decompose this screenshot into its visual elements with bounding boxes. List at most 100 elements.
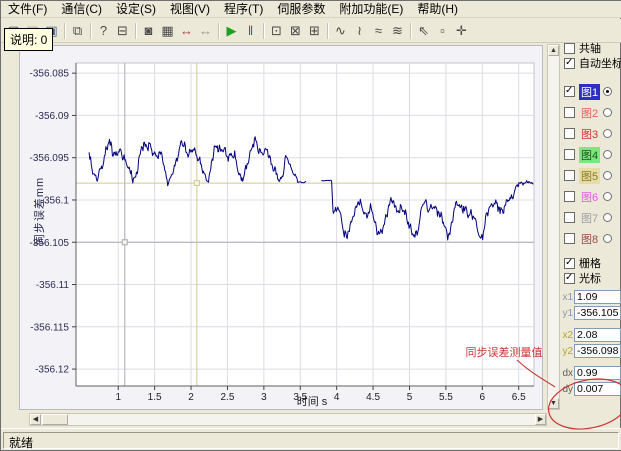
film-icon[interactable]: ▦ (158, 21, 177, 40)
separator[interactable] (132, 22, 139, 40)
scroll-left-icon[interactable]: ◀ (30, 414, 41, 425)
cursor-field-label: y2 (561, 346, 573, 357)
menu-settings[interactable]: 设定(S) (109, 1, 163, 18)
option-label: 自动坐标 (579, 55, 621, 71)
pause-icon[interactable]: ‖ (241, 21, 260, 40)
menu-program[interactable]: 程序(T) (217, 1, 270, 18)
channel-radio[interactable] (603, 150, 612, 159)
menu-bar: 文件(F) 通信(C) 设定(S) 视图(V) 程序(T) 伺服参数 附加功能(… (1, 1, 621, 18)
control-panel: 共轴 自动坐标 图1 图2 图3 (561, 41, 621, 428)
menu-servo-params[interactable]: 伺服参数 (270, 1, 332, 18)
channel-radio[interactable] (603, 213, 612, 222)
channel-2[interactable] (564, 107, 575, 118)
separator[interactable] (324, 22, 331, 40)
separator[interactable] (61, 22, 68, 40)
channel-label[interactable]: 图3 (579, 126, 600, 142)
auto-coord-checkbox[interactable] (564, 58, 575, 69)
separator[interactable] (215, 22, 222, 40)
channel-3[interactable] (564, 128, 575, 139)
pointer-icon[interactable]: ⇖ (414, 21, 433, 40)
option-row: 光标 (561, 271, 621, 285)
menu-extras[interactable]: 附加功能(E) (332, 1, 410, 18)
cursor-field-row: x2 2.08 (561, 327, 621, 343)
chart-area[interactable] (19, 45, 543, 410)
scroll-right-icon[interactable]: ▶ (535, 414, 546, 425)
channel-label[interactable]: 图6 (579, 189, 600, 205)
menu-comm[interactable]: 通信(C) (54, 1, 109, 18)
zoom-y-icon[interactable]: ⊞ (305, 21, 324, 40)
channel-radio[interactable] (603, 192, 612, 201)
channel-label[interactable]: 图2 (579, 105, 600, 121)
play-icon[interactable]: ▶ (222, 21, 241, 40)
y1-field[interactable]: -356.105 (574, 306, 621, 320)
x2-field[interactable]: 2.08 (574, 328, 621, 342)
channel-row: 图8 (561, 228, 621, 249)
status-text: 就绪 (3, 432, 619, 449)
separator[interactable] (260, 22, 267, 40)
x1-field[interactable]: 1.09 (574, 290, 621, 304)
cursor-readouts: x1 1.09 y1 -356.105 x2 2.08 y2 -356.098 … (561, 289, 621, 397)
cursor-field-label: dy (561, 384, 573, 395)
wave-4-icon[interactable]: ≋ (388, 21, 407, 40)
channel-radio[interactable] (603, 108, 612, 117)
select-rect-icon[interactable]: ▫ (433, 21, 452, 40)
option-label: 共轴 (579, 40, 601, 56)
record-disc-icon[interactable]: ◙ (139, 21, 158, 40)
channel-label[interactable]: 图4 (579, 147, 600, 163)
channel-1[interactable] (564, 86, 575, 97)
option-label: 栅格 (579, 255, 601, 271)
cursor-field-row: y1 -356.105 (561, 305, 621, 321)
channel-radio[interactable] (603, 87, 612, 96)
channel-5[interactable] (564, 170, 575, 181)
option-label: 光标 (579, 270, 601, 286)
scroll-down-icon[interactable]: ▼ (548, 398, 559, 409)
channel-8[interactable] (564, 233, 575, 244)
scrollbar-thumb[interactable] (42, 414, 68, 425)
dx-field[interactable]: 0.99 (574, 366, 621, 380)
channel-label[interactable]: 图5 (579, 168, 600, 184)
channel-radio[interactable] (603, 129, 612, 138)
horizontal-scrollbar[interactable]: ◀ ▶ (29, 413, 547, 426)
channel-4[interactable] (564, 149, 575, 160)
wave-2-icon[interactable]: ≀ (350, 21, 369, 40)
channel-label[interactable]: 图7 (579, 210, 600, 226)
menu-view[interactable]: 视图(V) (163, 1, 217, 18)
help-key-icon[interactable]: ? (94, 21, 113, 40)
wave-3-icon[interactable]: ≈ (369, 21, 388, 40)
scroll-up-icon[interactable]: ▲ (548, 45, 559, 56)
channel-row: 图1 (561, 81, 621, 102)
zoom-x-icon[interactable]: ⊠ (286, 21, 305, 40)
y2-field[interactable]: -356.098 (574, 344, 621, 358)
common-axis-checkbox[interactable] (564, 43, 575, 54)
channel-radio[interactable] (603, 234, 612, 243)
collapse-h-icon[interactable]: ↔ (196, 21, 215, 40)
cursor-checkbox[interactable] (564, 273, 575, 284)
zoom-box-icon[interactable]: ⊡ (267, 21, 286, 40)
menu-file[interactable]: 文件(F) (1, 1, 54, 18)
wave-1-icon[interactable]: ∿ (331, 21, 350, 40)
copy-icon[interactable]: ⧉ (68, 21, 87, 40)
cursor-field-label: x1 (561, 292, 573, 303)
channel-radio[interactable] (603, 171, 612, 180)
channel-label[interactable]: 图1 (579, 84, 600, 100)
tooltip: 说明: 0 (4, 28, 53, 51)
pan-icon[interactable]: ✛ (452, 21, 471, 40)
channel-6[interactable] (564, 191, 575, 202)
channel-label[interactable]: 图8 (579, 231, 600, 247)
cursor-field-row: y2 -356.098 (561, 343, 621, 359)
cursor-field-row: x1 1.09 (561, 289, 621, 305)
grid-checkbox[interactable] (564, 258, 575, 269)
dy-field[interactable]: 0.007 (574, 382, 621, 396)
option-row: 自动坐标 (561, 56, 621, 70)
cursor-field-label: x2 (561, 330, 573, 341)
channel-list: 图1 图2 图3 图4 图5 (561, 81, 621, 249)
axis-options: 共轴 自动坐标 (561, 41, 621, 70)
separator[interactable] (87, 22, 94, 40)
separator[interactable] (407, 22, 414, 40)
menu-help[interactable]: 帮助(H) (410, 1, 465, 18)
status-bar: 就绪 (1, 428, 621, 450)
print-icon[interactable]: ⊟ (113, 21, 132, 40)
expand-h-icon[interactable]: ↔ (177, 21, 196, 40)
channel-7[interactable] (564, 212, 575, 223)
vertical-scrollbar[interactable]: ▲ ▼ (547, 44, 560, 410)
